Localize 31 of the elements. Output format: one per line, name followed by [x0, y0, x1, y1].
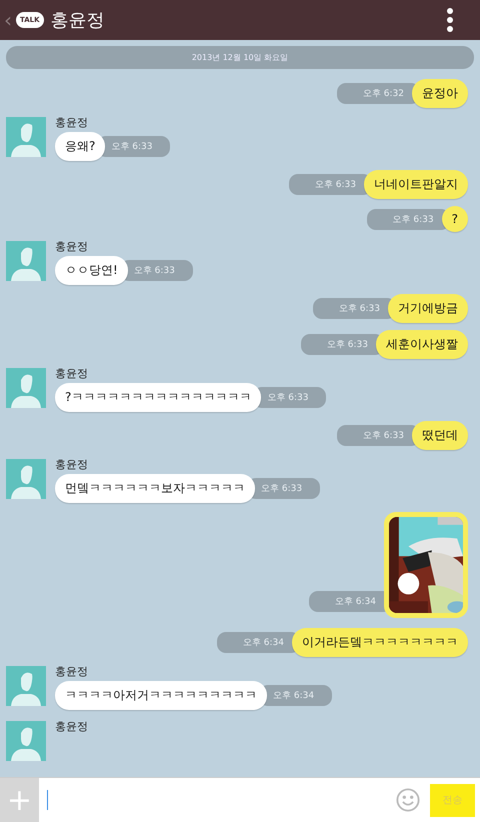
- sent-message: 떴던데: [412, 421, 468, 450]
- avatar-icon[interactable]: [6, 721, 46, 761]
- sent-message: 이거라든뎈ㅋㅋㅋㅋㅋㅋㅋㅋ: [292, 628, 468, 657]
- avatar-icon[interactable]: [6, 368, 46, 408]
- sent-message: 윤정아: [412, 79, 468, 108]
- received-message: ㅇㅇ당연!: [55, 256, 128, 285]
- received-message: ㅋㅋㅋㅋ아저거ㅋㅋㅋㅋㅋㅋㅋㅋㅋ: [55, 681, 267, 710]
- sender-name: 홍윤정: [55, 366, 89, 381]
- received-message: 응왜?: [55, 132, 106, 161]
- sender-name: 홍윤정: [55, 664, 89, 679]
- sender-name: 홍윤정: [55, 239, 89, 254]
- back-button[interactable]: ‹: [4, 8, 12, 32]
- avatar-icon[interactable]: [6, 459, 46, 499]
- avatar-icon[interactable]: [6, 241, 46, 281]
- received-message: ?ㅋㅋㅋㅋㅋㅋㅋㅋㅋㅋㅋㅋㅋㅋㅋ: [55, 383, 262, 412]
- more-menu-icon[interactable]: [446, 7, 454, 33]
- avatar-icon[interactable]: [6, 117, 46, 157]
- chat-title: 홍윤정: [50, 9, 106, 32]
- sent-message: 세훈이사생짤: [376, 330, 468, 359]
- sent-message: ?: [442, 206, 468, 232]
- date-divider: 2013년 12월 10일 화요일: [6, 46, 474, 69]
- emoticon-icon[interactable]: [396, 788, 420, 812]
- received-message: 먼뎈ㅋㅋㅋㅋㅋㅋ보자ㅋㅋㅋㅋㅋ: [55, 474, 255, 503]
- sent-message: 거기에방금: [388, 294, 468, 323]
- sent-message: 너네이트판알지: [364, 170, 468, 199]
- sender-name: 홍윤정: [55, 457, 89, 472]
- sender-name: 홍윤정: [55, 115, 89, 130]
- avatar-icon[interactable]: [6, 666, 46, 706]
- attach-button[interactable]: +: [0, 778, 39, 822]
- send-button[interactable]: 전송: [430, 784, 475, 816]
- sender-name: 홍윤정: [55, 719, 88, 734]
